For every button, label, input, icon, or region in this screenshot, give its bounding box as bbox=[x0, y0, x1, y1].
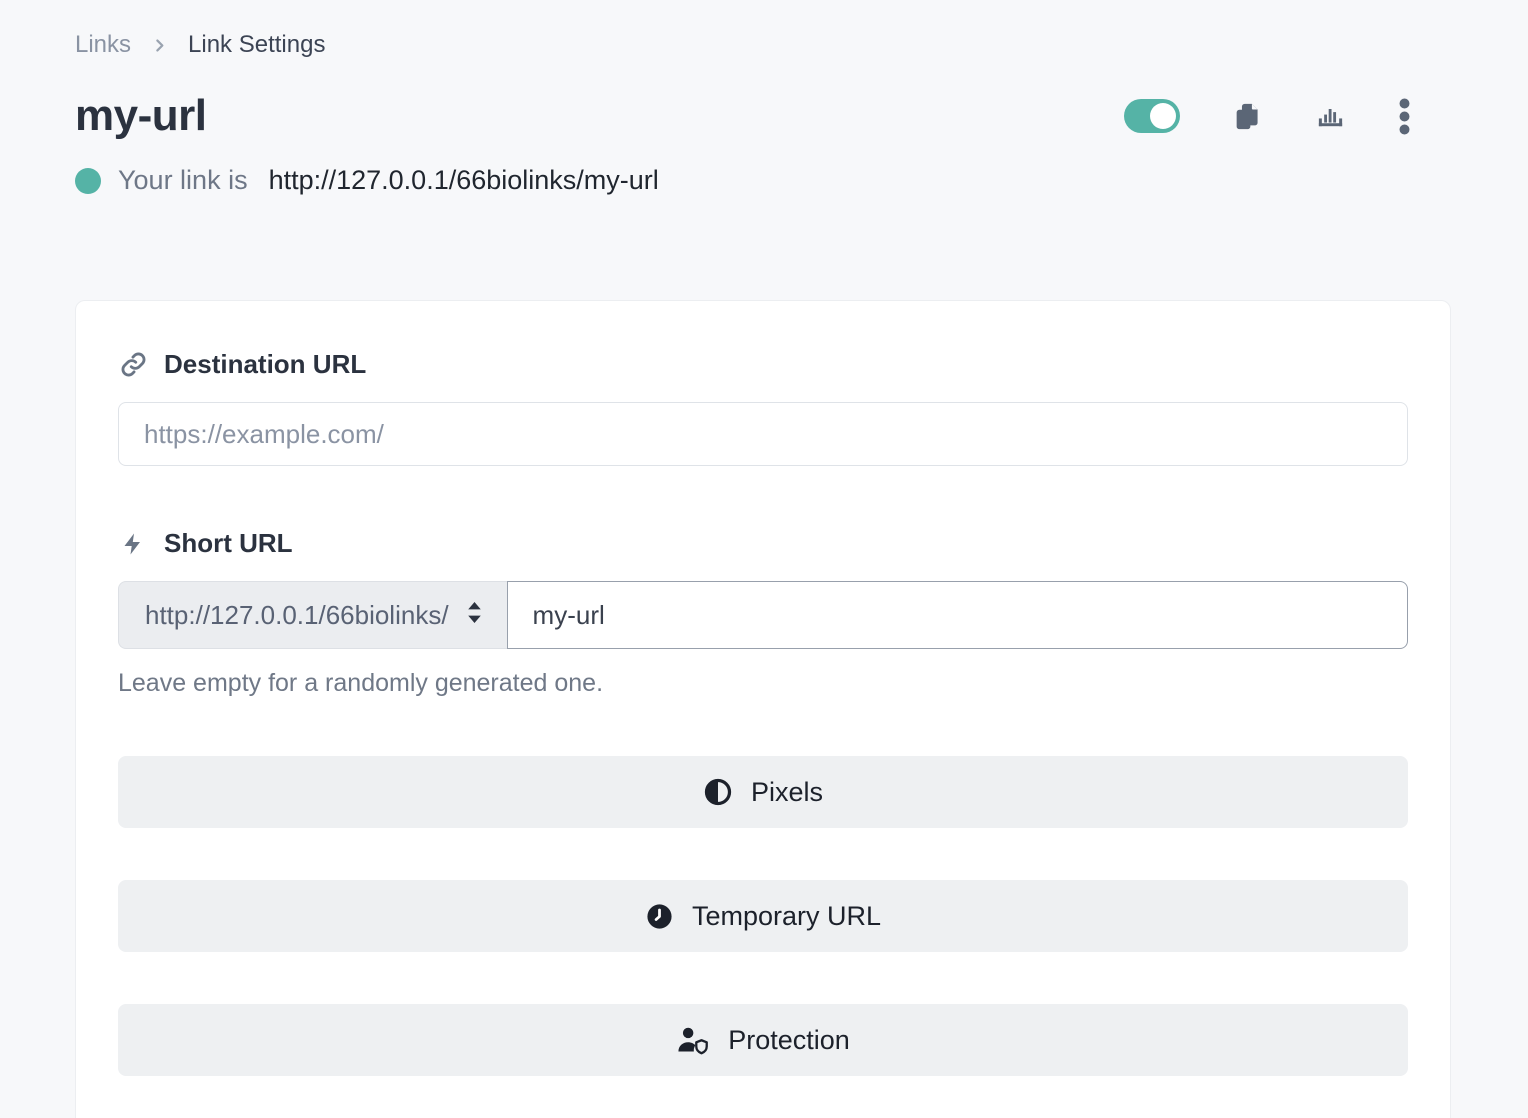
clock-icon bbox=[645, 902, 674, 931]
user-shield-icon bbox=[676, 1025, 710, 1055]
domain-select-value: http://127.0.0.1/66biolinks/ bbox=[145, 600, 449, 631]
kebab-menu-icon[interactable] bbox=[1398, 98, 1411, 135]
destination-url-input[interactable] bbox=[118, 402, 1408, 466]
breadcrumb: Links Link Settings bbox=[75, 0, 1451, 59]
temporary-url-button-label: Temporary URL bbox=[692, 901, 881, 932]
breadcrumb-links[interactable]: Links bbox=[75, 31, 131, 59]
chevron-right-icon bbox=[151, 37, 168, 54]
short-url-help-text: Leave empty for a randomly generated one… bbox=[118, 669, 1408, 698]
copy-icon[interactable] bbox=[1232, 101, 1263, 132]
half-circle-icon bbox=[703, 777, 733, 807]
link-status: Your link is http://127.0.0.1/66biolinks… bbox=[75, 165, 1451, 196]
breadcrumb-link-settings: Link Settings bbox=[188, 31, 325, 59]
destination-url-label-text: Destination URL bbox=[164, 349, 366, 380]
short-url-label-text: Short URL bbox=[164, 528, 293, 559]
link-settings-page: Links Link Settings my-url bbox=[0, 0, 1528, 1118]
protection-button[interactable]: Protection bbox=[118, 1004, 1408, 1076]
short-url-group: http://127.0.0.1/66biolinks/ bbox=[118, 581, 1408, 649]
short-url-slug-input[interactable] bbox=[507, 581, 1408, 649]
stats-icon[interactable] bbox=[1315, 101, 1346, 132]
page-title: my-url bbox=[75, 91, 206, 141]
domain-select[interactable]: http://127.0.0.1/66biolinks/ bbox=[118, 581, 507, 649]
short-url-label: Short URL bbox=[118, 528, 1408, 559]
temporary-url-button[interactable]: Temporary URL bbox=[118, 880, 1408, 952]
destination-url-label: Destination URL bbox=[118, 349, 1408, 380]
pixels-button[interactable]: Pixels bbox=[118, 756, 1408, 828]
enable-toggle[interactable] bbox=[1124, 99, 1180, 133]
select-caret-icon bbox=[464, 600, 485, 631]
link-icon bbox=[118, 351, 148, 378]
toggle-knob bbox=[1150, 103, 1176, 129]
link-settings-card: Destination URL Short URL http://127.0.0… bbox=[75, 300, 1451, 1118]
protection-button-label: Protection bbox=[728, 1025, 850, 1056]
status-dot-icon bbox=[75, 168, 101, 194]
pixels-button-label: Pixels bbox=[751, 777, 823, 808]
status-prefix: Your link is bbox=[118, 165, 248, 196]
status-url: http://127.0.0.1/66biolinks/my-url bbox=[269, 165, 659, 196]
header-actions bbox=[1124, 98, 1411, 135]
header-row: my-url bbox=[75, 91, 1451, 141]
bolt-icon bbox=[118, 531, 148, 557]
